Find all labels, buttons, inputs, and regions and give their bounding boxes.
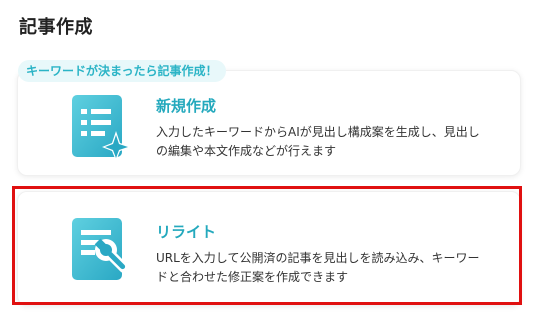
document-wrench-icon [72, 218, 130, 280]
rewrite-title: リライト [156, 223, 217, 241]
document-sparkle-icon [72, 95, 132, 161]
new-article-description: 入力したキーワードからAIが見出し構成案を生成し、見出しの編集や本文作成などが行… [156, 125, 480, 158]
rewrite-article-card[interactable]: リライト URLを入力して公開済の記事を見出しを読み込み、キーワードと合わせた修… [17, 191, 521, 306]
keyword-tag-pill: キーワードが決まったら記事作成！ [18, 60, 226, 82]
new-article-card[interactable]: 新規作成 入力したキーワードからAIが見出し構成案を生成し、見出しの編集や本文作… [17, 70, 521, 176]
rewrite-description: URLを入力して公開済の記事を見出しを読み込み、キーワードと合わせた修正案を作成… [156, 251, 480, 284]
new-article-title: 新規作成 [156, 97, 217, 115]
article-creation-page: 記事作成 新規作成 入力したキーワードからAIが見出し構成案を生成し、見出しの編… [0, 0, 543, 323]
section-title: 記事作成 [19, 17, 93, 38]
